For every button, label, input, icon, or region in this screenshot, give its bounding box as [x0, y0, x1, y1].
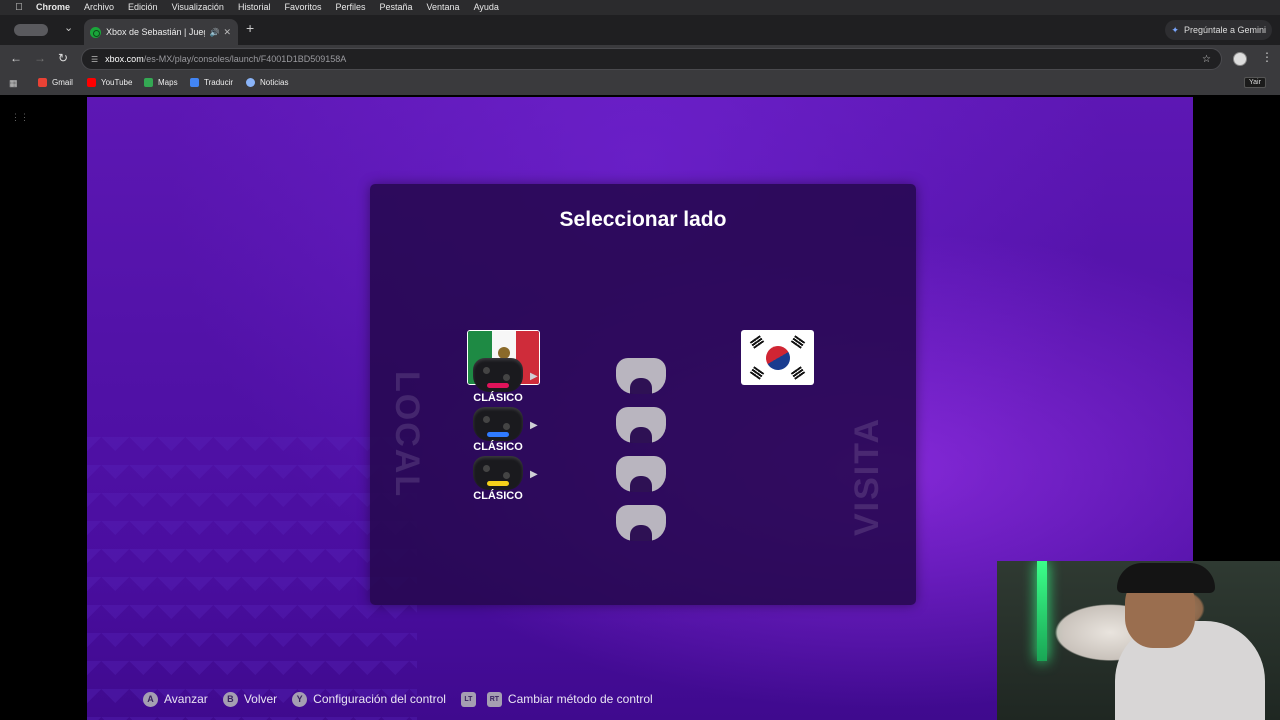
rt-button-icon: RT [486, 691, 502, 707]
tab-title: Xbox de Sebastián | Jueg [106, 27, 206, 37]
tab-strip: ⌄ Xbox de Sebastián | Jueg 🔊 ✕ + ✦ Pregú… [0, 15, 1280, 45]
controller-1-icon[interactable] [473, 358, 523, 394]
background-pattern [87, 437, 417, 720]
bookmark-traducir[interactable]: Traducir [190, 78, 233, 87]
menu-visualizacion[interactable]: Visualización [172, 0, 224, 15]
controller-1-label: CLÁSICO [473, 392, 523, 404]
url-path: /es-MX/play/consoles/launch/F4001D1BD509… [143, 54, 347, 64]
gmail-icon [38, 78, 47, 87]
bookmark-youtube[interactable]: YouTube [87, 78, 132, 87]
gemini-button[interactable]: ✦ Pregúntale a Gemini [1165, 20, 1272, 40]
home-side-label: LOCAL [388, 371, 426, 499]
side-select-panel: Seleccionar lado LOCAL VISITA ▶ CLÁSICO [370, 184, 916, 605]
menu-archivo[interactable]: Archivo [84, 0, 114, 15]
bookmark-label: YouTube [101, 78, 133, 87]
back-icon[interactable]: ← [10, 51, 22, 65]
south-korea-flag-icon [741, 330, 814, 385]
controller-3-icon[interactable] [473, 456, 523, 492]
b-button-icon: B [222, 691, 238, 707]
menu-ventana[interactable]: Ventana [427, 0, 460, 15]
empty-controller-slot-icon [616, 407, 666, 443]
hint-avanzar[interactable]: A Avanzar [143, 691, 208, 707]
hint-lt[interactable]: LT [460, 691, 482, 707]
hint-volver[interactable]: B Volver [222, 691, 278, 707]
bookmark-label: Traducir [204, 78, 234, 87]
controller-2-icon[interactable] [473, 407, 523, 443]
gemini-spark-icon: ✦ [1171, 24, 1179, 35]
empty-controller-slot-icon [616, 358, 666, 394]
youtube-icon [87, 78, 96, 87]
empty-controller-slot-icon [616, 456, 666, 492]
hint-label: Avanzar [164, 692, 208, 706]
menu-edicion[interactable]: Edición [128, 0, 158, 15]
menu-historial[interactable]: Historial [238, 0, 271, 15]
hint-cambiar-metodo[interactable]: RT Cambiar método de control [486, 691, 653, 707]
new-tab-icon[interactable]: + [246, 20, 254, 36]
bookmark-label: Gmail [52, 78, 73, 87]
menu-ayuda[interactable]: Ayuda [474, 0, 499, 15]
controller-2-label: CLÁSICO [473, 441, 523, 453]
site-info-icon[interactable]: ☰ [91, 55, 98, 64]
macos-menu-bar:  Chrome Archivo Edición Visualización H… [0, 0, 1280, 15]
reload-icon[interactable]: ↻ [58, 51, 68, 65]
sidebar-toggle-button[interactable] [14, 24, 48, 36]
menu-pestana[interactable]: Pestaña [379, 0, 412, 15]
hint-label: Volver [243, 692, 278, 706]
audio-playing-icon[interactable]: 🔊 [209, 28, 219, 37]
translate-icon [190, 78, 199, 87]
menu-chrome[interactable]: Chrome [36, 0, 70, 15]
bookmark-label: Noticias [260, 78, 289, 87]
profile-tooltip: Yair [1244, 77, 1266, 88]
maps-icon [144, 78, 153, 87]
menu-perfiles[interactable]: Perfiles [335, 0, 365, 15]
bookmark-star-icon[interactable]: ☆ [1202, 54, 1211, 65]
move-right-arrow-icon: ▶ [530, 420, 538, 431]
profile-avatar[interactable] [1233, 52, 1247, 66]
apple-icon[interactable]:  [12, 0, 26, 15]
lt-button-icon: LT [460, 691, 476, 707]
away-side-label: VISITA [848, 416, 886, 536]
close-tab-icon[interactable]: ✕ [223, 27, 231, 38]
hint-label: Cambiar método de control [507, 692, 653, 706]
url-host: xbox.com [105, 54, 144, 64]
bookmark-noticias[interactable]: Noticias [246, 78, 288, 87]
hint-configuracion[interactable]: Y Configuración del control [292, 691, 446, 707]
hint-label: Configuración del control [313, 692, 446, 706]
page-title: Seleccionar lado [559, 208, 727, 231]
apps-grid-icon[interactable]: ▦ [9, 78, 18, 89]
y-button-icon: Y [292, 691, 308, 707]
bookmarks-bar: ▦ Gmail YouTube Maps Traducir Noticias [0, 73, 1280, 95]
webcam-overlay [997, 561, 1280, 720]
menu-favoritos[interactable]: Favoritos [284, 0, 321, 15]
controller-3-label: CLÁSICO [473, 490, 523, 502]
xbox-favicon-icon [90, 26, 101, 38]
news-icon [246, 78, 255, 87]
gemini-label: Pregúntale a Gemini [1183, 25, 1266, 35]
more-menu-icon[interactable]: ⋮ [1261, 50, 1273, 64]
address-bar[interactable]: ☰ xbox.com /es-MX/play/consoles/launch/F… [81, 48, 1222, 70]
bookmark-gmail[interactable]: Gmail [38, 78, 73, 87]
button-hints-bar: A Avanzar B Volver Y Configuración del c… [143, 689, 668, 709]
empty-controller-slot-icon [616, 505, 666, 541]
move-right-arrow-icon: ▶ [530, 469, 538, 480]
tab-search-icon[interactable]: ⌄ [64, 21, 73, 34]
a-button-icon: A [143, 691, 158, 707]
tab-xbox[interactable]: Xbox de Sebastián | Jueg 🔊 ✕ [84, 19, 238, 45]
bookmark-label: Maps [158, 78, 178, 87]
forward-icon[interactable]: → [34, 51, 46, 65]
browser-toolbar: ← → ↻ ☰ xbox.com /es-MX/play/consoles/la… [0, 45, 1280, 73]
move-right-arrow-icon: ▶ [530, 371, 538, 382]
bookmark-maps[interactable]: Maps [144, 78, 178, 87]
drag-handle-icon[interactable]: ⋮⋮ [11, 112, 29, 123]
